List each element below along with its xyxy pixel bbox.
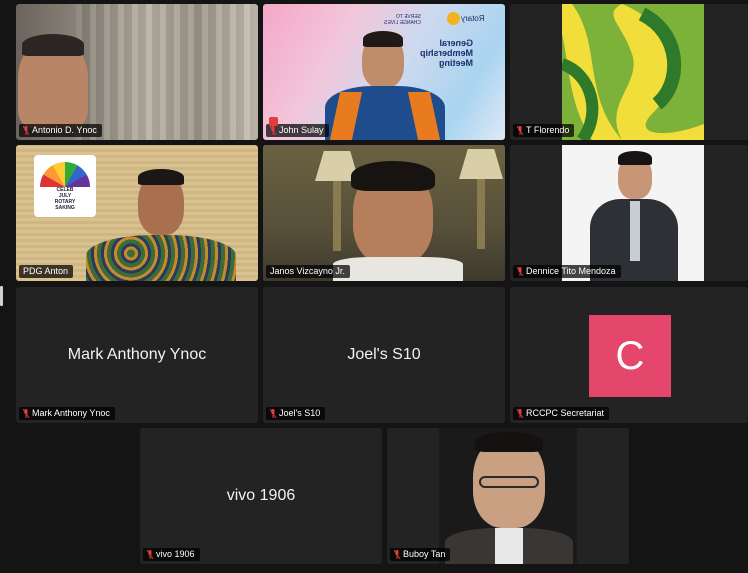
video-tile-antonio[interactable]: Antonio D. Ynoc [16,4,258,140]
participant-hair [22,34,84,56]
participant-name: RCCPC Secretariat [526,408,605,418]
participant-shirt [495,528,523,564]
participant-name: T Florendo [526,125,570,135]
video-tile-joels-s10[interactable]: Joel's S10 Joel's S10 [263,287,505,423]
participant-name: Janos Vizcayno Jr. [270,266,345,276]
participant-hair [138,169,184,185]
rotary-wheel-icon [447,12,460,25]
participant-name: Buboy Tan [403,549,446,559]
slide-tagline: SERVE TO CHANGE LIVES [384,14,421,26]
name-tag: Janos Vizcayno Jr. [266,265,350,278]
name-tag: PDG Anton [19,265,74,278]
muted-mic-icon [517,126,523,135]
lamp-stand [477,179,485,249]
participant-hair [475,432,543,452]
video-tile-mark-anthony[interactable]: Mark Anthony Ynoc Mark Anthony Ynoc [16,287,258,423]
participant-name: John Sulay [279,125,324,135]
participant-shirt [333,257,463,281]
name-tag: T Florendo [513,124,575,137]
video-tile-t-florendo[interactable]: T Florendo [510,4,748,140]
video-tile-buboy-tan[interactable]: Buboy Tan [387,428,629,564]
display-name: vivo 1906 [226,487,296,504]
name-tag: Joel's S10 [266,407,326,420]
glasses-icon [479,476,539,488]
name-tag: RCCPC Secretariat [513,407,610,420]
recording-badge-icon [269,117,278,126]
display-name: Mark Anthony Ynoc [67,346,207,363]
slide-heading: General Membership Meeting [419,38,473,68]
name-tag: Mark Anthony Ynoc [19,407,115,420]
video-tile-pdg-anton[interactable]: CELEB JULY ROTARY SAKING PDG Anton [16,145,258,281]
name-tag: Dennice Tito Mendoza [513,265,621,278]
avatar: C [589,315,671,397]
abstract-pattern [562,4,704,140]
participant-shirt [86,235,236,281]
rotary-brand: Rotary [461,14,485,23]
video-tile-john-sulay[interactable]: General Membership Meeting Rotary SERVE … [263,4,505,140]
name-tag: Buboy Tan [390,548,451,561]
participant-hair [618,151,652,165]
video-tile-vivo-1906[interactable]: vivo 1906 vivo 1906 [140,428,382,564]
participant-name: PDG Anton [23,266,69,276]
participant-name: vivo 1906 [156,549,195,559]
name-tag: vivo 1906 [143,548,200,561]
logo-line: SAKING [55,204,75,211]
muted-mic-icon [147,550,153,559]
participant-name: Mark Anthony Ynoc [32,408,110,418]
participant-name: Antonio D. Ynoc [32,125,97,135]
display-name: Joel's S10 [347,346,421,363]
video-tile-rccpc-secretariat[interactable]: C RCCPC Secretariat [510,287,748,423]
muted-mic-icon [517,267,523,276]
participant-tie [630,201,640,261]
muted-mic-icon [270,126,276,135]
video-tile-dennice-mendoza[interactable]: Dennice Tito Mendoza [510,145,748,281]
gallery-scroll-handle[interactable] [0,286,3,306]
muted-mic-icon [23,126,29,135]
participant-hair [363,31,403,47]
muted-mic-icon [270,409,276,418]
participant-name: Joel's S10 [279,408,321,418]
lamp-stand [333,181,341,251]
video-tile-janos-vizcayno[interactable]: Janos Vizcayno Jr. [263,145,505,281]
participant-hair [351,161,435,191]
muted-mic-icon [23,409,29,418]
curtain-folds [76,4,258,140]
muted-mic-icon [517,409,523,418]
name-tag: Antonio D. Ynoc [19,124,102,137]
rotary-logo-sign: CELEB JULY ROTARY SAKING [34,155,96,217]
video-feed [562,4,704,140]
rainbow-arc-icon [40,161,90,187]
participant-name: Dennice Tito Mendoza [526,266,616,276]
muted-mic-icon [394,550,400,559]
